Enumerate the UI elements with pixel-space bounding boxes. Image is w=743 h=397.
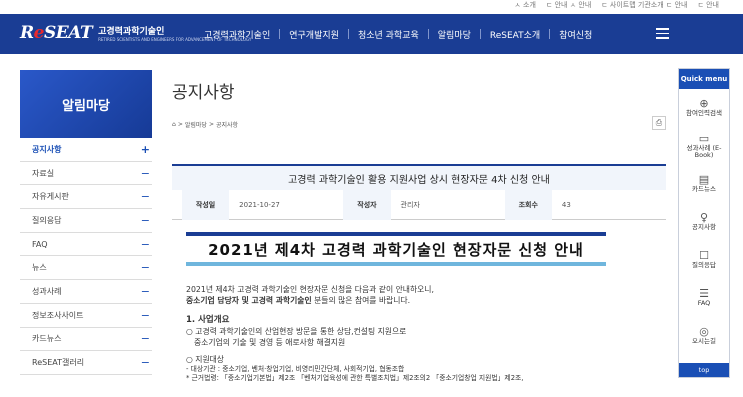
breadcrumb: ⌂ > 알림마당 > 공지사항 bbox=[172, 120, 238, 129]
quick-item-label: 질의응답 bbox=[692, 261, 716, 270]
quick-item-label: 공지사항 bbox=[692, 223, 716, 232]
section-line: - 대상기관 : 중소기업, 벤처·창업기업, 비영리민간단체, 사회적기업, … bbox=[186, 365, 405, 373]
menu-item-about[interactable]: ReSEAT소개 bbox=[481, 28, 549, 41]
sidebar-item-archive[interactable]: 자료실 − bbox=[20, 162, 152, 186]
intro-line: 중소기업 담당자 및 고경력 과학기술인 분들의 많은 참여를 바랍니다. bbox=[186, 295, 656, 306]
sidebar-item-cases[interactable]: 성과사례 − bbox=[20, 280, 152, 304]
menu-item-apply[interactable]: 참여신청 bbox=[550, 28, 601, 41]
sidebar-item-faq[interactable]: FAQ − bbox=[20, 233, 152, 257]
sidebar-item-notice[interactable]: 공지사항 + bbox=[20, 138, 152, 162]
section-line: * 근거법령: 「중소기업기본법」제2조 「벤처기업육성에 관한 특별조치법」제… bbox=[186, 373, 524, 382]
minus-icon: − bbox=[140, 213, 150, 227]
sidebar-item-label: 자유게시판 bbox=[32, 192, 69, 202]
quick-item-label: FAQ bbox=[697, 299, 711, 308]
sidebar-item-label: 자료실 bbox=[32, 168, 55, 178]
date-label: 작성일 bbox=[182, 189, 230, 220]
sidebar-item-label: FAQ bbox=[32, 239, 48, 249]
quick-item-notice[interactable]: ♀ 공지사항 bbox=[679, 203, 729, 241]
menu-item-youth[interactable]: 청소년 과학교육 bbox=[349, 28, 428, 41]
minus-icon: − bbox=[140, 308, 150, 322]
section-line: 중소기업의 기술 및 경영 등 애로사항 해결지원 bbox=[194, 338, 346, 347]
minus-icon: − bbox=[140, 261, 150, 275]
utility-link[interactable]: ㄷ 안내 ㅅ 안내 bbox=[546, 0, 591, 10]
sidebar: 알림마당 공지사항 + 자료실 − 자유게시판 − 질의응답 − FAQ − 뉴스 − 성과… bbox=[20, 70, 152, 375]
quick-item-label: 카드뉴스 bbox=[692, 185, 716, 194]
quick-item-label: 오시는길 bbox=[692, 337, 716, 346]
sidebar-title: 알림마당 bbox=[20, 70, 152, 138]
main-menu: 고경력과학기술인 연구개발지원 청소년 과학교육 알림마당 ReSEAT소개 참… bbox=[195, 14, 601, 54]
sidebar-item-label: ReSEAT갤러리 bbox=[32, 358, 85, 368]
book-icon: ▭ bbox=[698, 131, 710, 145]
sidebar-item-gallery[interactable]: ReSEAT갤러리 − bbox=[20, 351, 152, 375]
breadcrumb-item[interactable]: 알림마당 bbox=[185, 120, 207, 129]
quick-item-ebook[interactable]: ▭ 성과사례 (E-Book) bbox=[679, 127, 729, 165]
breadcrumb-separator: > bbox=[177, 121, 183, 128]
logo-mark: ReSEAT bbox=[20, 23, 93, 43]
intro-bold: 중소기업 담당자 및 고경력 과학기술인 bbox=[186, 296, 312, 305]
print-icon[interactable]: ⎙ bbox=[652, 116, 666, 130]
top-button[interactable]: top bbox=[679, 363, 729, 377]
post-title: 고경력 과학기술인 활용 지원사업 상시 현장자문 4차 신청 안내 bbox=[172, 164, 666, 190]
utility-link[interactable]: ㅅ 소개 bbox=[514, 0, 536, 10]
minus-icon: − bbox=[140, 237, 150, 251]
sidebar-item-qna[interactable]: 질의응답 − bbox=[20, 209, 152, 233]
quick-item-cardnews[interactable]: ▤ 카드뉴스 bbox=[679, 165, 729, 203]
notice-banner: 2021년 제4차 고경력 과학기술인 현장자문 신청 안내 bbox=[186, 232, 606, 266]
intro-rest: 분들의 많은 참여를 바랍니다. bbox=[311, 296, 411, 305]
sidebar-item-label: 공지사항 bbox=[32, 144, 62, 154]
sidebar-item-board[interactable]: 자유게시판 − bbox=[20, 185, 152, 210]
sidebar-item-sites[interactable]: 정보조사사이트 − bbox=[20, 304, 152, 328]
minus-icon: − bbox=[140, 190, 150, 204]
post-body: 2021년 제4차 고경력 과학기술인 현장자문 신청을 다음과 같이 안내하오… bbox=[186, 284, 656, 382]
quick-item-search[interactable]: ⊕ 참여인력검색 bbox=[679, 89, 729, 127]
writer-label: 작성자 bbox=[343, 189, 391, 220]
sidebar-item-news[interactable]: 뉴스 − bbox=[20, 256, 152, 281]
breadcrumb-separator: > bbox=[208, 121, 214, 128]
section-heading: 1. 사업개요 bbox=[186, 315, 230, 325]
sidebar-item-label: 성과사례 bbox=[32, 286, 62, 296]
minus-icon: − bbox=[140, 332, 150, 346]
sidebar-item-label: 질의응답 bbox=[32, 215, 62, 225]
global-nav: ReSEAT 고경력과학기술인 RETIRED SCIENTISTS AND E… bbox=[0, 14, 743, 54]
intro-line: 2021년 제4차 고경력 과학기술인 현장자문 신청을 다음과 같이 안내하오… bbox=[186, 285, 434, 294]
sidebar-item-cardnews[interactable]: 카드뉴스 − bbox=[20, 328, 152, 352]
post-meta: 작성일 2021-10-27 작성자 관리자 조회수 43 bbox=[172, 189, 666, 220]
quick-menu-title: Quick menu bbox=[679, 69, 729, 89]
quick-item-faq[interactable]: ☰ FAQ bbox=[679, 279, 729, 317]
quick-item-qna[interactable]: ☐ 질의응답 bbox=[679, 241, 729, 279]
plus-icon: + bbox=[140, 142, 150, 156]
menu-item-rnd[interactable]: 연구개발지원 bbox=[280, 28, 348, 41]
page-title: 공지사항 bbox=[172, 83, 235, 103]
views-label: 조회수 bbox=[504, 189, 552, 220]
writer-value: 관리자 bbox=[400, 200, 420, 209]
hamburger-icon[interactable] bbox=[656, 28, 669, 39]
quick-menu: Quick menu ⊕ 참여인력검색 ▭ 성과사례 (E-Book) ▤ 카드뉴스 … bbox=[678, 68, 730, 378]
minus-icon: − bbox=[140, 166, 150, 180]
main-content: 공지사항 ⌂ > 알림마당 > 공지사항 ⎙ 고경력 과학기술인 활용 지원사업… bbox=[172, 78, 666, 382]
quick-item-label: 성과사례 (E-Book) bbox=[686, 143, 722, 159]
menu-item-notice[interactable]: 알림마당 bbox=[429, 28, 480, 41]
sidebar-item-label: 카드뉴스 bbox=[32, 334, 62, 344]
home-icon[interactable]: ⌂ bbox=[172, 121, 176, 128]
sidebar-item-label: 정보조사사이트 bbox=[32, 310, 84, 320]
section-line: ○ 고경력 과학기술인의 산업현장 방문을 통한 상담,컨설팅 지원으로 bbox=[186, 327, 407, 336]
views-value: 43 bbox=[561, 200, 571, 209]
section-line: ○ 지원대상 bbox=[186, 355, 224, 364]
utility-link[interactable]: ㄷ 안내 bbox=[697, 0, 719, 10]
utility-bar: ㅅ 소개 ㄷ 안내 ㅅ 안내 ㄷ 사이트맵 기관소개 ㄷ 안내 ㄷ 안내 bbox=[0, 0, 743, 14]
minus-icon: − bbox=[140, 356, 150, 370]
sidebar-item-label: 뉴스 bbox=[32, 263, 47, 273]
quick-item-label: 참여인력검색 bbox=[686, 109, 722, 118]
quick-item-location[interactable]: ◎ 오시는길 bbox=[679, 317, 729, 355]
menu-item-experts[interactable]: 고경력과학기술인 bbox=[195, 28, 279, 41]
date-value: 2021-10-27 bbox=[239, 200, 280, 209]
utility-link[interactable]: ㄷ 사이트맵 기관소개 ㄷ 안내 bbox=[601, 0, 687, 10]
minus-icon: − bbox=[140, 284, 150, 298]
breadcrumb-item[interactable]: 공지사항 bbox=[216, 120, 238, 129]
